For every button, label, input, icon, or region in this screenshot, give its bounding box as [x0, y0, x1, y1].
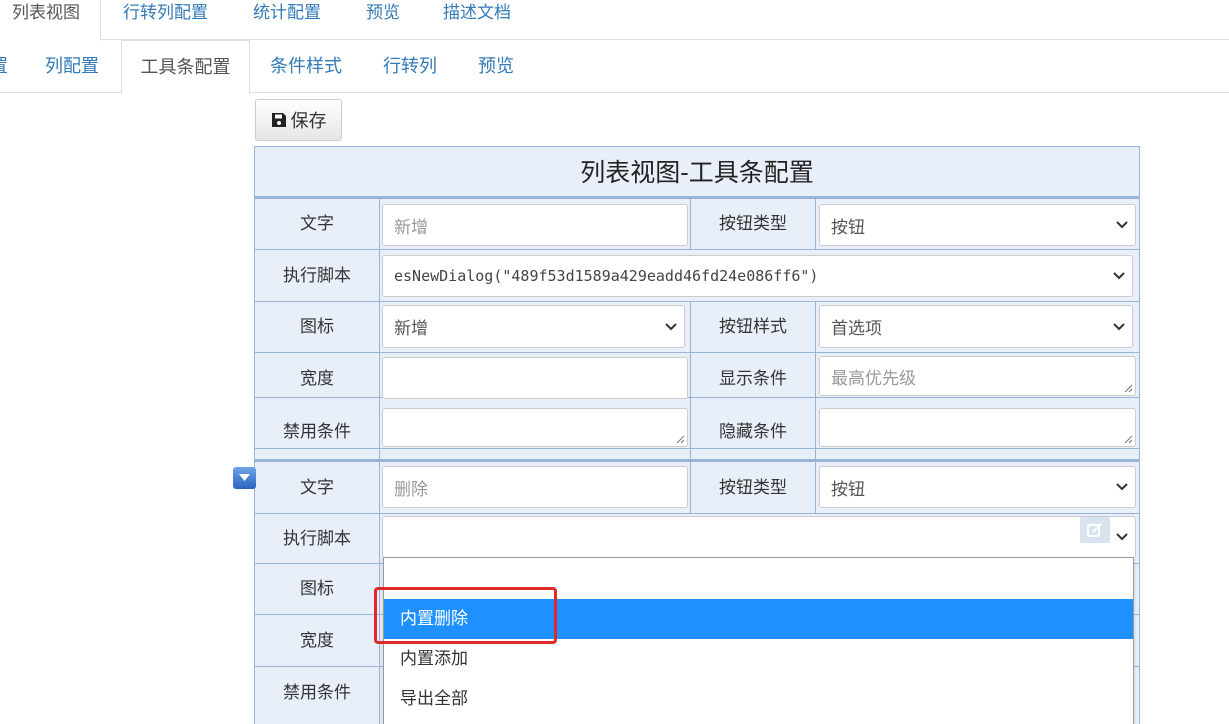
label-button-type: 按钮类型 — [719, 478, 787, 497]
tab-preview[interactable]: 预览 — [366, 0, 400, 40]
row-divider — [255, 249, 1139, 250]
column-divider — [815, 462, 816, 513]
tab-label: 条件样式 — [270, 56, 342, 76]
column-divider — [815, 301, 816, 461]
tab-label: 工具条配置 — [140, 57, 231, 77]
button-style-value: 首选项 — [831, 319, 882, 338]
resize-grip-icon[interactable] — [1124, 384, 1133, 393]
save-label: 保存 — [290, 111, 327, 131]
label-text: 文字 — [300, 478, 334, 497]
edit-icon — [1087, 523, 1102, 537]
chevron-down-icon — [1116, 221, 1128, 229]
script-options-dropdown: 内置删除 内置添加 导出全部 — [383, 557, 1134, 724]
tab-label: 行转列 — [383, 56, 437, 76]
tab-description-doc[interactable]: 描述文档 — [443, 0, 511, 40]
resize-grip-icon[interactable] — [1124, 435, 1133, 444]
label-script: 执行脚本 — [283, 266, 351, 285]
label-icon: 图标 — [300, 579, 334, 598]
dropdown-option-export-all[interactable]: 导出全部 — [384, 679, 1133, 719]
label-text: 文字 — [300, 214, 334, 233]
tab-statistics-config[interactable]: 统计配置 — [253, 0, 321, 40]
tab-label: 列配置 — [45, 56, 99, 76]
collapse-item-button[interactable] — [233, 467, 256, 489]
tab-column-config[interactable]: 列配置 — [45, 40, 99, 93]
disabled-condition-textarea[interactable] — [382, 408, 688, 447]
tab-label: 行转列配置 — [123, 3, 208, 22]
chevron-down-icon — [1116, 483, 1128, 491]
display-condition-placeholder: 最高优先级 — [831, 369, 916, 388]
chevron-down-icon — [1116, 533, 1128, 541]
text-input[interactable]: 新增 — [382, 204, 688, 246]
tab-preview-sub[interactable]: 预览 — [478, 40, 514, 93]
tab-label: 预览 — [366, 3, 400, 22]
icon-select[interactable]: 新增 — [382, 305, 685, 348]
tab-label: 统计配置 — [253, 3, 321, 22]
top-tab-bar: 列表视图 行转列配置 统计配置 预览 描述文档 — [0, 0, 1229, 41]
button-type-value: 按钮 — [831, 217, 865, 237]
tab-conditional-style[interactable]: 条件样式 — [270, 40, 342, 93]
chevron-down-icon — [665, 322, 677, 330]
hidden-condition-textarea[interactable] — [819, 408, 1136, 447]
chevron-down-icon — [1113, 272, 1125, 280]
dropdown-option-empty[interactable] — [384, 558, 1133, 598]
label-hidden-condition: 隐藏条件 — [719, 422, 787, 441]
button-type-value: 按钮 — [831, 479, 865, 499]
panel-title: 列表视图-工具条配置 — [255, 147, 1139, 199]
script-value: esNewDialog("489f53d1589a429eadd46fd24e0… — [394, 267, 819, 285]
resize-grip-icon[interactable] — [676, 435, 685, 444]
tab-label: 置 — [0, 56, 8, 76]
tab-label: 列表视图 — [12, 3, 80, 22]
floppy-disk-icon — [271, 113, 286, 127]
label-disabled-condition: 禁用条件 — [283, 683, 351, 702]
script-select-open[interactable] — [382, 516, 1136, 558]
tab-list-view[interactable]: 列表视图 — [0, 0, 101, 41]
text-input-placeholder: 新增 — [394, 217, 428, 237]
button-type-select[interactable]: 按钮 — [819, 204, 1136, 246]
tab-row-to-column[interactable]: 行转列 — [383, 40, 437, 93]
tab-label: 预览 — [478, 56, 514, 76]
sub-tab-bar: 置 列配置 工具条配置 条件样式 行转列 预览 — [0, 40, 1229, 94]
edit-script-button[interactable] — [1080, 517, 1110, 543]
button-style-select[interactable]: 首选项 — [819, 305, 1133, 348]
label-width: 宽度 — [300, 369, 334, 388]
label-width: 宽度 — [300, 631, 334, 650]
label-icon: 图标 — [300, 317, 334, 336]
label-button-style: 按钮样式 — [719, 317, 787, 336]
label-disabled-condition: 禁用条件 — [283, 422, 351, 441]
width-input[interactable] — [382, 357, 688, 399]
text-input-placeholder: 删除 — [394, 479, 428, 499]
label-button-type: 按钮类型 — [719, 214, 787, 233]
tab-toolbar-config[interactable]: 工具条配置 — [121, 40, 250, 94]
label-display-condition: 显示条件 — [719, 369, 787, 388]
text-input[interactable]: 删除 — [382, 466, 688, 508]
dropdown-option-builtin-delete[interactable]: 内置删除 — [384, 599, 1133, 639]
icon-value: 新增 — [394, 319, 428, 338]
column-divider — [379, 199, 380, 724]
tab-partial-config[interactable]: 置 — [0, 40, 8, 93]
column-divider — [815, 199, 816, 250]
label-script: 执行脚本 — [283, 529, 351, 548]
tab-label: 描述文档 — [443, 3, 511, 22]
chevron-down-icon — [1113, 322, 1125, 330]
tab-row-to-column-config[interactable]: 行转列配置 — [123, 0, 208, 40]
triangle-down-icon — [239, 474, 250, 481]
script-select[interactable]: esNewDialog("489f53d1589a429eadd46fd24e0… — [382, 255, 1133, 297]
display-condition-textarea[interactable]: 最高优先级 — [819, 356, 1136, 396]
button-type-select[interactable]: 按钮 — [819, 466, 1136, 508]
row-divider — [255, 513, 1139, 514]
save-button[interactable]: 保存 — [255, 99, 342, 141]
dropdown-option-builtin-add[interactable]: 内置添加 — [384, 639, 1133, 679]
